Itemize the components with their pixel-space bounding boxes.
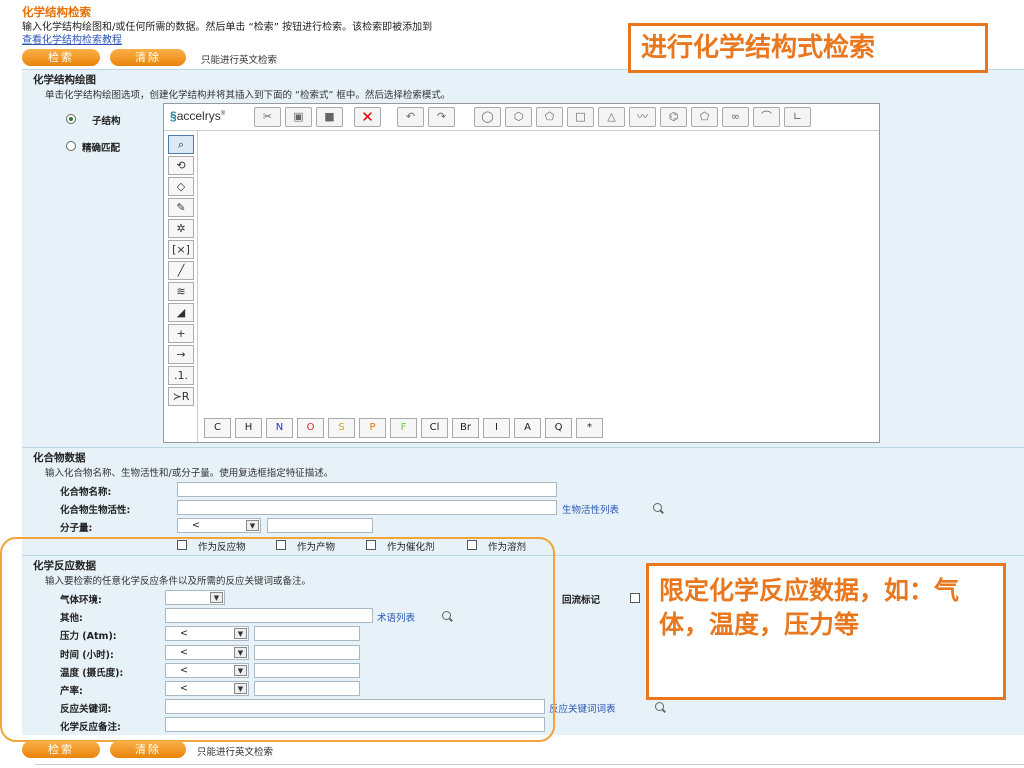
english-only-note-top: 只能进行英文检索 [201, 55, 278, 66]
substructure-radio[interactable] [66, 114, 76, 124]
element-button-q[interactable]: Q [545, 418, 572, 438]
search-icon[interactable] [655, 702, 664, 711]
lasso-select-icon[interactable]: ⌕ [168, 135, 194, 154]
bioactivity-list-link[interactable]: 生物活性列表 [562, 502, 619, 516]
molecular-weight-label: 分子量: [60, 523, 93, 534]
element-button-star[interactable]: * [576, 418, 603, 438]
undo-icon[interactable]: ↶ [397, 107, 424, 127]
search-icon[interactable] [653, 503, 662, 512]
hexagon-ring-icon[interactable]: ⬡ [505, 107, 532, 127]
editor-sidebar: ⌕ ⟲ ◇ ✎ ✲ [×] ╱ ≋ ◢ + → .1. ≻R [164, 131, 198, 442]
clear-button-top[interactable]: 清除 [110, 49, 186, 66]
wedge-bond-icon[interactable]: ◢ [168, 303, 194, 322]
structure-panel-title: 化学结构绘图 [33, 74, 96, 86]
exact-match-label: 精确匹配 [82, 143, 121, 154]
rotate-icon[interactable]: ⟲ [168, 156, 194, 175]
structure-panel-description: 单击化学结构绘图选项，创建化学结构并将其插入到下面的 “检索式” 框中。然后选择… [45, 90, 451, 101]
naphthalene-icon[interactable]: ∞ [722, 107, 749, 127]
element-button-n[interactable]: N [266, 418, 293, 438]
numbering-icon[interactable]: .1. [168, 366, 194, 385]
search-button-top[interactable]: 检索 [22, 49, 100, 66]
tutorial-link[interactable]: 查看化学结构检索教程 [22, 31, 122, 46]
chevron-down-icon: ▼ [246, 520, 259, 531]
delete-icon[interactable]: ✕ [354, 107, 381, 127]
element-button-a[interactable]: A [514, 418, 541, 438]
editor-toolbar: §accelrys® ✂ ▣ ■ ✕ ↶ ↷ ◯ ⬡ ⬠ □ △ 〰 ⌬ ⬠ ∞… [164, 104, 879, 131]
single-bond-icon[interactable]: ╱ [168, 261, 194, 280]
element-button-s[interactable]: S [328, 418, 355, 438]
compound-panel-description: 输入化合物名称、生物活性和/或分子量。使用复选框指定特征描述。 [45, 468, 334, 479]
copy-icon[interactable]: ▣ [285, 107, 312, 127]
bracket-icon[interactable]: [×] [168, 240, 194, 259]
pentagon-ring-icon[interactable]: ⬠ [536, 107, 563, 127]
cyclopentane-icon[interactable]: ⬠ [691, 107, 718, 127]
triangle-ring-icon[interactable]: △ [598, 107, 625, 127]
reflux-checkbox[interactable] [630, 593, 640, 603]
mw-value-input[interactable] [267, 518, 373, 533]
redo-icon[interactable]: ↷ [428, 107, 455, 127]
bond-chain-icon[interactable]: ⌒ [753, 107, 780, 127]
multi-bond-icon[interactable]: ≋ [168, 282, 194, 301]
element-button-o[interactable]: O [297, 418, 324, 438]
reflux-label: 回流标记 [562, 595, 601, 606]
atom-pen-icon[interactable]: ✎ [168, 198, 194, 217]
reaction-keywords-link[interactable]: 反应关键词词表 [549, 701, 616, 715]
search-button-bottom[interactable]: 检索 [22, 741, 100, 758]
atom-map-icon[interactable]: ✲ [168, 219, 194, 238]
benzene-ring-icon[interactable]: ⌬ [660, 107, 687, 127]
element-button-cl[interactable]: Cl [421, 418, 448, 438]
substructure-label: 子结构 [92, 116, 121, 127]
mw-operator-select[interactable]: < ▼ [177, 518, 261, 533]
clear-button-bottom[interactable]: 清除 [110, 741, 186, 758]
reaction-callout: 限定化学反应数据，如：气体，温度，压力等 [646, 563, 1006, 700]
english-only-note-bottom: 只能进行英文检索 [197, 747, 274, 758]
element-button-p[interactable]: P [359, 418, 386, 438]
element-button-c[interactable]: C [204, 418, 231, 438]
footer-divider [35, 764, 1024, 765]
charge-plus-icon[interactable]: + [168, 324, 194, 343]
more-templates-icon[interactable]: ∟ [784, 107, 811, 127]
structure-callout: 进行化学结构式检索 [628, 23, 988, 73]
chain-icon[interactable]: 〰 [629, 107, 656, 127]
accelrys-logo: §accelrys® [170, 109, 226, 123]
compound-name-label: 化合物名称: [60, 487, 112, 498]
element-button-br[interactable]: Br [452, 418, 479, 438]
element-button-h[interactable]: H [235, 418, 262, 438]
exact-match-radio[interactable] [66, 141, 76, 151]
reaction-highlight-ring [0, 537, 555, 742]
element-button-f[interactable]: F [390, 418, 417, 438]
structure-editor[interactable]: §accelrys® ✂ ▣ ■ ✕ ↶ ↷ ◯ ⬡ ⬠ □ △ 〰 ⌬ ⬠ ∞… [163, 103, 880, 443]
bioactivity-input[interactable] [177, 500, 557, 515]
bioactivity-label: 化合物生物活性: [60, 505, 131, 516]
reaction-arrow-icon[interactable]: → [168, 345, 194, 364]
compound-name-input[interactable] [177, 482, 557, 497]
compound-panel-title: 化合物数据 [33, 452, 86, 464]
eraser-icon[interactable]: ◇ [168, 177, 194, 196]
cut-icon[interactable]: ✂ [254, 107, 281, 127]
element-button-i[interactable]: I [483, 418, 510, 438]
paste-icon[interactable]: ■ [316, 107, 343, 127]
rgroup-icon[interactable]: ≻R [168, 387, 194, 406]
cyclopropane-ring-icon[interactable]: ◯ [474, 107, 501, 127]
square-ring-icon[interactable]: □ [567, 107, 594, 127]
